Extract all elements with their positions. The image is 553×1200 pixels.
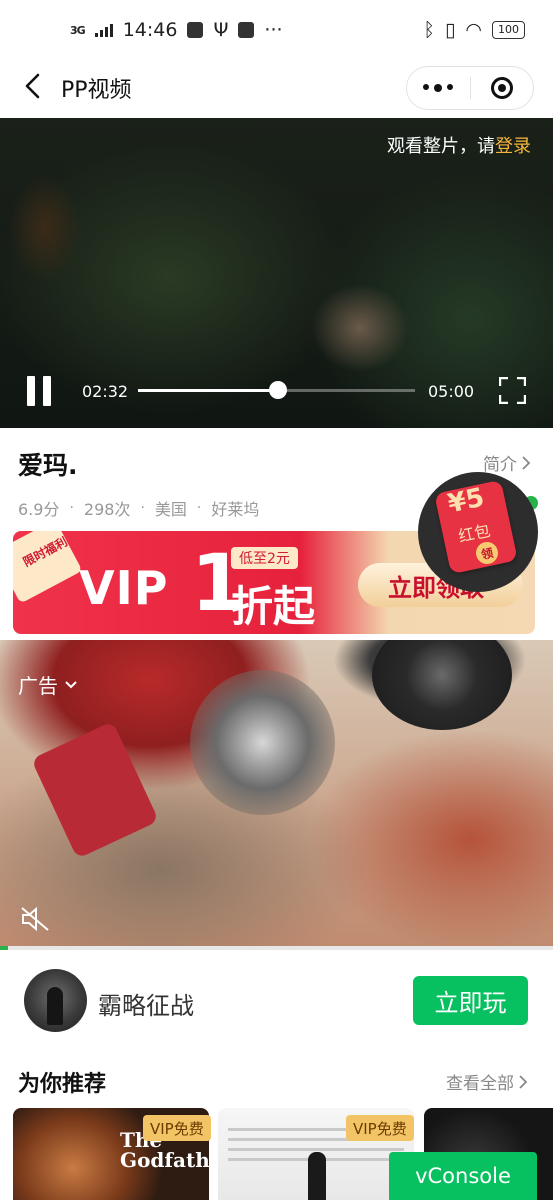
ad-tag[interactable]: 广告 (18, 670, 78, 699)
progress-fill (138, 389, 279, 392)
target-circle-icon[interactable] (471, 77, 534, 99)
ad-saw-blade (190, 670, 335, 815)
page-title: PP视频 (61, 78, 132, 103)
title-bar: PP视频 (0, 60, 553, 118)
game-name: 霸略征战 (98, 992, 194, 1020)
clock: 14:46 (122, 19, 178, 41)
section-title: 为你推荐 (18, 1072, 107, 1097)
red-packet-float[interactable]: ¥5 红包 领 (418, 472, 538, 592)
movie-origin: 好莱坞 (211, 500, 260, 519)
login-link[interactable]: 登录 (495, 136, 531, 157)
status-bar: 3G 14:46 Ψ ··· ᛒ ▯ ◠ 100 (0, 0, 553, 60)
battery-indicator: 100 (492, 21, 525, 39)
separator: · (140, 500, 145, 516)
ad-video[interactable]: 广告 (0, 640, 553, 950)
more-dots-icon[interactable] (407, 84, 470, 92)
movie-region: 美国 (154, 500, 187, 519)
fullscreen-icon[interactable] (499, 377, 526, 404)
view-all-label: 查看全部 (446, 1074, 514, 1094)
ad-tag-label: 广告 (18, 674, 58, 698)
wifi-icon: ◠ (465, 19, 482, 41)
usb-icon: Ψ (213, 19, 229, 41)
chevron-left-icon[interactable] (20, 72, 48, 100)
chevron-right-icon (519, 1074, 528, 1089)
pause-icon[interactable] (27, 376, 53, 406)
separator: · (69, 500, 74, 516)
bluetooth-icon: ᛒ (423, 19, 435, 41)
notification-icon (187, 22, 204, 38)
video-player[interactable]: 观看整片，请登录 02:32 05:00 (0, 118, 553, 428)
duration: 05:00 (428, 382, 475, 401)
vip-free-badge: VIP免费 (143, 1115, 211, 1141)
movie-title: 爱玛. (18, 451, 78, 480)
mini-program-capsule (406, 66, 534, 110)
app-notification-icon (238, 22, 255, 38)
intro-link[interactable]: 简介 (483, 450, 531, 475)
low-price-tag: 低至2元 (231, 547, 298, 569)
view-all-link[interactable]: 查看全部 (446, 1069, 528, 1094)
login-hint: 观看整片，请登录 (387, 132, 531, 158)
progress-bar[interactable] (138, 381, 415, 399)
movie-meta: 6.9分 · 298次 · 美国 · 好莱坞 (18, 496, 259, 520)
vip-label: VIP (79, 561, 169, 615)
signal-icon (94, 23, 113, 37)
poster-figure (308, 1152, 326, 1200)
chevron-down-icon (65, 680, 77, 688)
chevron-right-icon (522, 455, 531, 470)
separator: · (196, 500, 202, 516)
network-type: 3G (70, 23, 86, 37)
progress-knob[interactable] (269, 381, 288, 399)
mute-icon[interactable] (20, 906, 52, 932)
vibrate-icon: ▯ (444, 19, 456, 41)
current-time: 02:32 (82, 382, 129, 401)
intro-label: 简介 (483, 455, 517, 475)
login-hint-text: 观看整片，请 (387, 136, 495, 157)
play-now-button[interactable]: 立即玩 (413, 976, 528, 1025)
vip-free-badge: VIP免费 (346, 1115, 414, 1141)
vconsole-button[interactable]: vConsole (389, 1152, 537, 1200)
discount-suffix: 折起 (231, 582, 316, 631)
game-avatar (24, 969, 87, 1032)
movie-score: 6.9分 (18, 500, 60, 519)
ad-progress-line (0, 946, 553, 950)
more-notifications-icon: ··· (264, 19, 283, 41)
movie-views: 298次 (83, 500, 131, 519)
